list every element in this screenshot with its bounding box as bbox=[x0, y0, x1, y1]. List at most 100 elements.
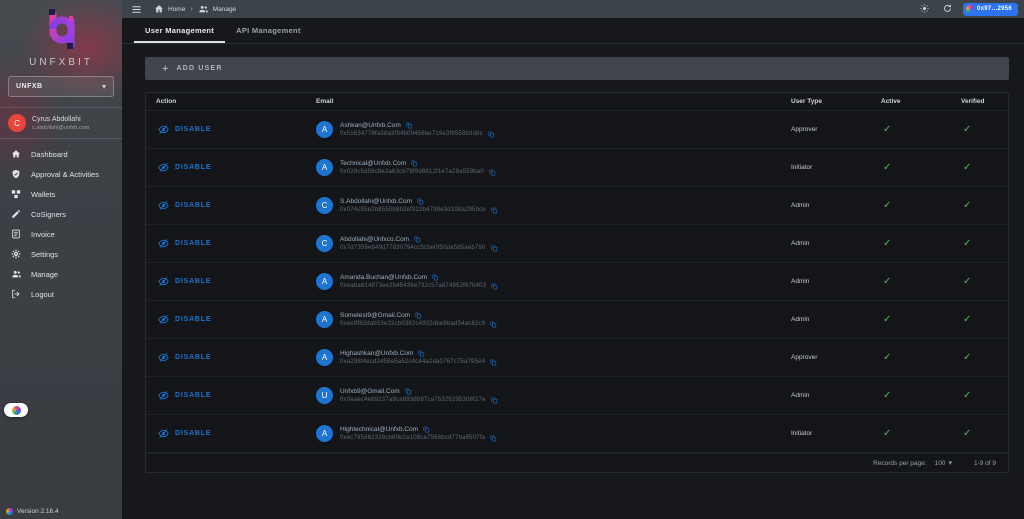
people-icon bbox=[198, 4, 209, 14]
wallet-address-text: 0xeaba814873ee2b45436e732c57a874952f67b4… bbox=[340, 283, 486, 289]
active-check-icon: ✓ bbox=[871, 200, 951, 211]
records-per-page-select[interactable]: 100 ▾ bbox=[935, 459, 952, 467]
org-select-dropdown[interactable]: UNFXB ▾ bbox=[8, 76, 114, 97]
copy-address-icon[interactable] bbox=[491, 397, 498, 404]
user-profile[interactable]: C Cyrus Abdollahi c.abdollahi@unfxb.com bbox=[0, 108, 122, 138]
refresh-button[interactable] bbox=[936, 0, 959, 18]
wallet-address-text: 0x7d7359eb49d77830794cc5cbe0f50da585aeb7… bbox=[340, 245, 486, 251]
disable-button[interactable]: DISABLE bbox=[146, 428, 301, 439]
sidebar-item[interactable]: CoSigners bbox=[0, 204, 122, 224]
profile-email: c.abdollahi@unfxb.com bbox=[32, 124, 89, 132]
verified-check-icon: ✓ bbox=[951, 238, 1008, 249]
disable-button[interactable]: DISABLE bbox=[146, 162, 301, 173]
profile-name: Cyrus Abdollahi bbox=[32, 115, 89, 124]
user-table: Action Email User Type Active Verified D… bbox=[145, 92, 1009, 473]
breadcrumb-separator: › bbox=[190, 6, 192, 13]
active-check-icon: ✓ bbox=[871, 390, 951, 401]
copy-address-icon[interactable] bbox=[491, 245, 498, 252]
table-row: DISABLE A Amanda.Buchan@Unfxb.Com 0xeab bbox=[146, 263, 1008, 301]
topbar: Home › Manage 0x97...2956 bbox=[122, 0, 1024, 18]
email-cell: A Sometest9@Gmail.Com 0xee9f82dab53e32cb… bbox=[301, 311, 781, 328]
tab-bar: User Management API Management bbox=[122, 18, 1024, 44]
copy-email-icon[interactable] bbox=[415, 312, 422, 319]
sidebar-item-label: Manage bbox=[31, 270, 58, 279]
verified-check-icon: ✓ bbox=[951, 124, 1008, 135]
active-check-icon: ✓ bbox=[871, 428, 951, 439]
add-user-button[interactable]: + ADD USER bbox=[145, 57, 1009, 80]
verified-check-icon: ✓ bbox=[951, 276, 1008, 287]
sidebar-item-label: CoSigners bbox=[31, 210, 66, 219]
avatar: A bbox=[316, 159, 333, 176]
copy-email-icon[interactable] bbox=[432, 274, 439, 281]
email-cell: A Highashkan@Unfxb.Com 0xa298f4ecd2458e5… bbox=[301, 349, 781, 366]
table-row: DISABLE C Abdollahi@Unfxco.Com 0x7d7359 bbox=[146, 225, 1008, 263]
copy-address-icon[interactable] bbox=[491, 283, 498, 290]
unfxbit-logo-icon bbox=[38, 5, 84, 55]
copy-email-icon[interactable] bbox=[405, 388, 412, 395]
chat-widget-button[interactable] bbox=[4, 403, 28, 417]
copy-address-icon[interactable] bbox=[491, 207, 498, 214]
disable-button[interactable]: DISABLE bbox=[146, 390, 301, 401]
disable-button[interactable]: DISABLE bbox=[146, 276, 301, 287]
disable-label: DISABLE bbox=[175, 278, 211, 285]
disable-button[interactable]: DISABLE bbox=[146, 238, 301, 249]
email-text: Ashkan@Unfxb.Com bbox=[340, 122, 401, 129]
user-type-cell: Approver bbox=[781, 126, 871, 133]
table-row: DISABLE U Unfxb9@Gmail.Com 0x0eaec4e892 bbox=[146, 377, 1008, 415]
copy-email-icon[interactable] bbox=[423, 426, 430, 433]
theme-toggle-button[interactable] bbox=[913, 0, 936, 18]
sidebar-item[interactable]: Invoice bbox=[0, 224, 122, 244]
wallet-address-text: 0xee9f82dab53e32cb0382c4932dbe8bad54ac82… bbox=[340, 321, 485, 327]
email-text: Hightechnical@Unfxb.Com bbox=[340, 426, 418, 433]
app-logo-icon bbox=[6, 508, 13, 515]
copy-email-icon[interactable] bbox=[414, 236, 421, 243]
chat-widget-icon bbox=[12, 406, 21, 415]
user-type-cell: Admin bbox=[781, 316, 871, 323]
copy-email-icon[interactable] bbox=[417, 198, 424, 205]
copy-address-icon[interactable] bbox=[490, 321, 497, 328]
active-check-icon: ✓ bbox=[871, 162, 951, 173]
copy-email-icon[interactable] bbox=[411, 160, 418, 167]
copy-email-icon[interactable] bbox=[406, 122, 413, 129]
hamburger-menu-icon[interactable] bbox=[131, 4, 142, 15]
sidebar-item[interactable]: Manage bbox=[0, 264, 122, 284]
wallet-address-text: 0x0eaec4e89237a9ca893db97ca7b329295308f2… bbox=[340, 397, 486, 403]
wallet-address-button[interactable]: 0x97...2956 bbox=[963, 3, 1018, 16]
tab[interactable]: User Management bbox=[134, 18, 225, 43]
copy-address-icon[interactable] bbox=[490, 359, 497, 366]
eye-off-icon bbox=[158, 390, 169, 401]
tab[interactable]: API Management bbox=[225, 18, 312, 43]
disable-button[interactable]: DISABLE bbox=[146, 124, 301, 135]
disable-button[interactable]: DISABLE bbox=[146, 200, 301, 211]
verified-check-icon: ✓ bbox=[951, 352, 1008, 363]
sidebar-item[interactable]: Dashboard bbox=[0, 144, 122, 164]
people-icon bbox=[10, 269, 22, 279]
version-label: Version 2.16.4 bbox=[17, 508, 59, 515]
chevron-down-icon: ▾ bbox=[948, 459, 952, 467]
sidebar: UNFXBIT UNFXB ▾ C Cyrus Abdollahi c.abdo… bbox=[0, 0, 122, 519]
disable-button[interactable]: DISABLE bbox=[146, 352, 301, 363]
verified-check-icon: ✓ bbox=[951, 200, 1008, 211]
sidebar-item[interactable]: Approval & Activities bbox=[0, 164, 122, 184]
sidebar-item[interactable]: Wallets bbox=[0, 184, 122, 204]
wallet-address-text: 0x029c5d59c8e2a63cb79f9d8812f1e7a29a559b… bbox=[340, 169, 484, 175]
column-header-action: Action bbox=[146, 98, 301, 105]
logout-icon bbox=[10, 289, 22, 299]
sidebar-item[interactable]: Settings bbox=[0, 244, 122, 264]
active-check-icon: ✓ bbox=[871, 238, 951, 249]
copy-address-icon[interactable] bbox=[489, 169, 496, 176]
copy-email-icon[interactable] bbox=[418, 350, 425, 357]
email-text: Abdollahi@Unfxco.Com bbox=[340, 236, 409, 243]
sidebar-item[interactable]: Logout bbox=[0, 284, 122, 304]
email-cell: A Amanda.Buchan@Unfxb.Com 0xeaba814873ee… bbox=[301, 273, 781, 290]
breadcrumb-manage[interactable]: Manage bbox=[198, 4, 237, 14]
breadcrumb-home[interactable]: Home bbox=[154, 4, 185, 14]
active-check-icon: ✓ bbox=[871, 352, 951, 363]
disable-button[interactable]: DISABLE bbox=[146, 314, 301, 325]
copy-address-icon[interactable] bbox=[490, 435, 497, 442]
disable-label: DISABLE bbox=[175, 354, 211, 361]
tab-label: User Management bbox=[145, 26, 214, 35]
invoice-icon bbox=[10, 229, 22, 239]
verified-check-icon: ✓ bbox=[951, 314, 1008, 325]
copy-address-icon[interactable] bbox=[488, 131, 495, 138]
